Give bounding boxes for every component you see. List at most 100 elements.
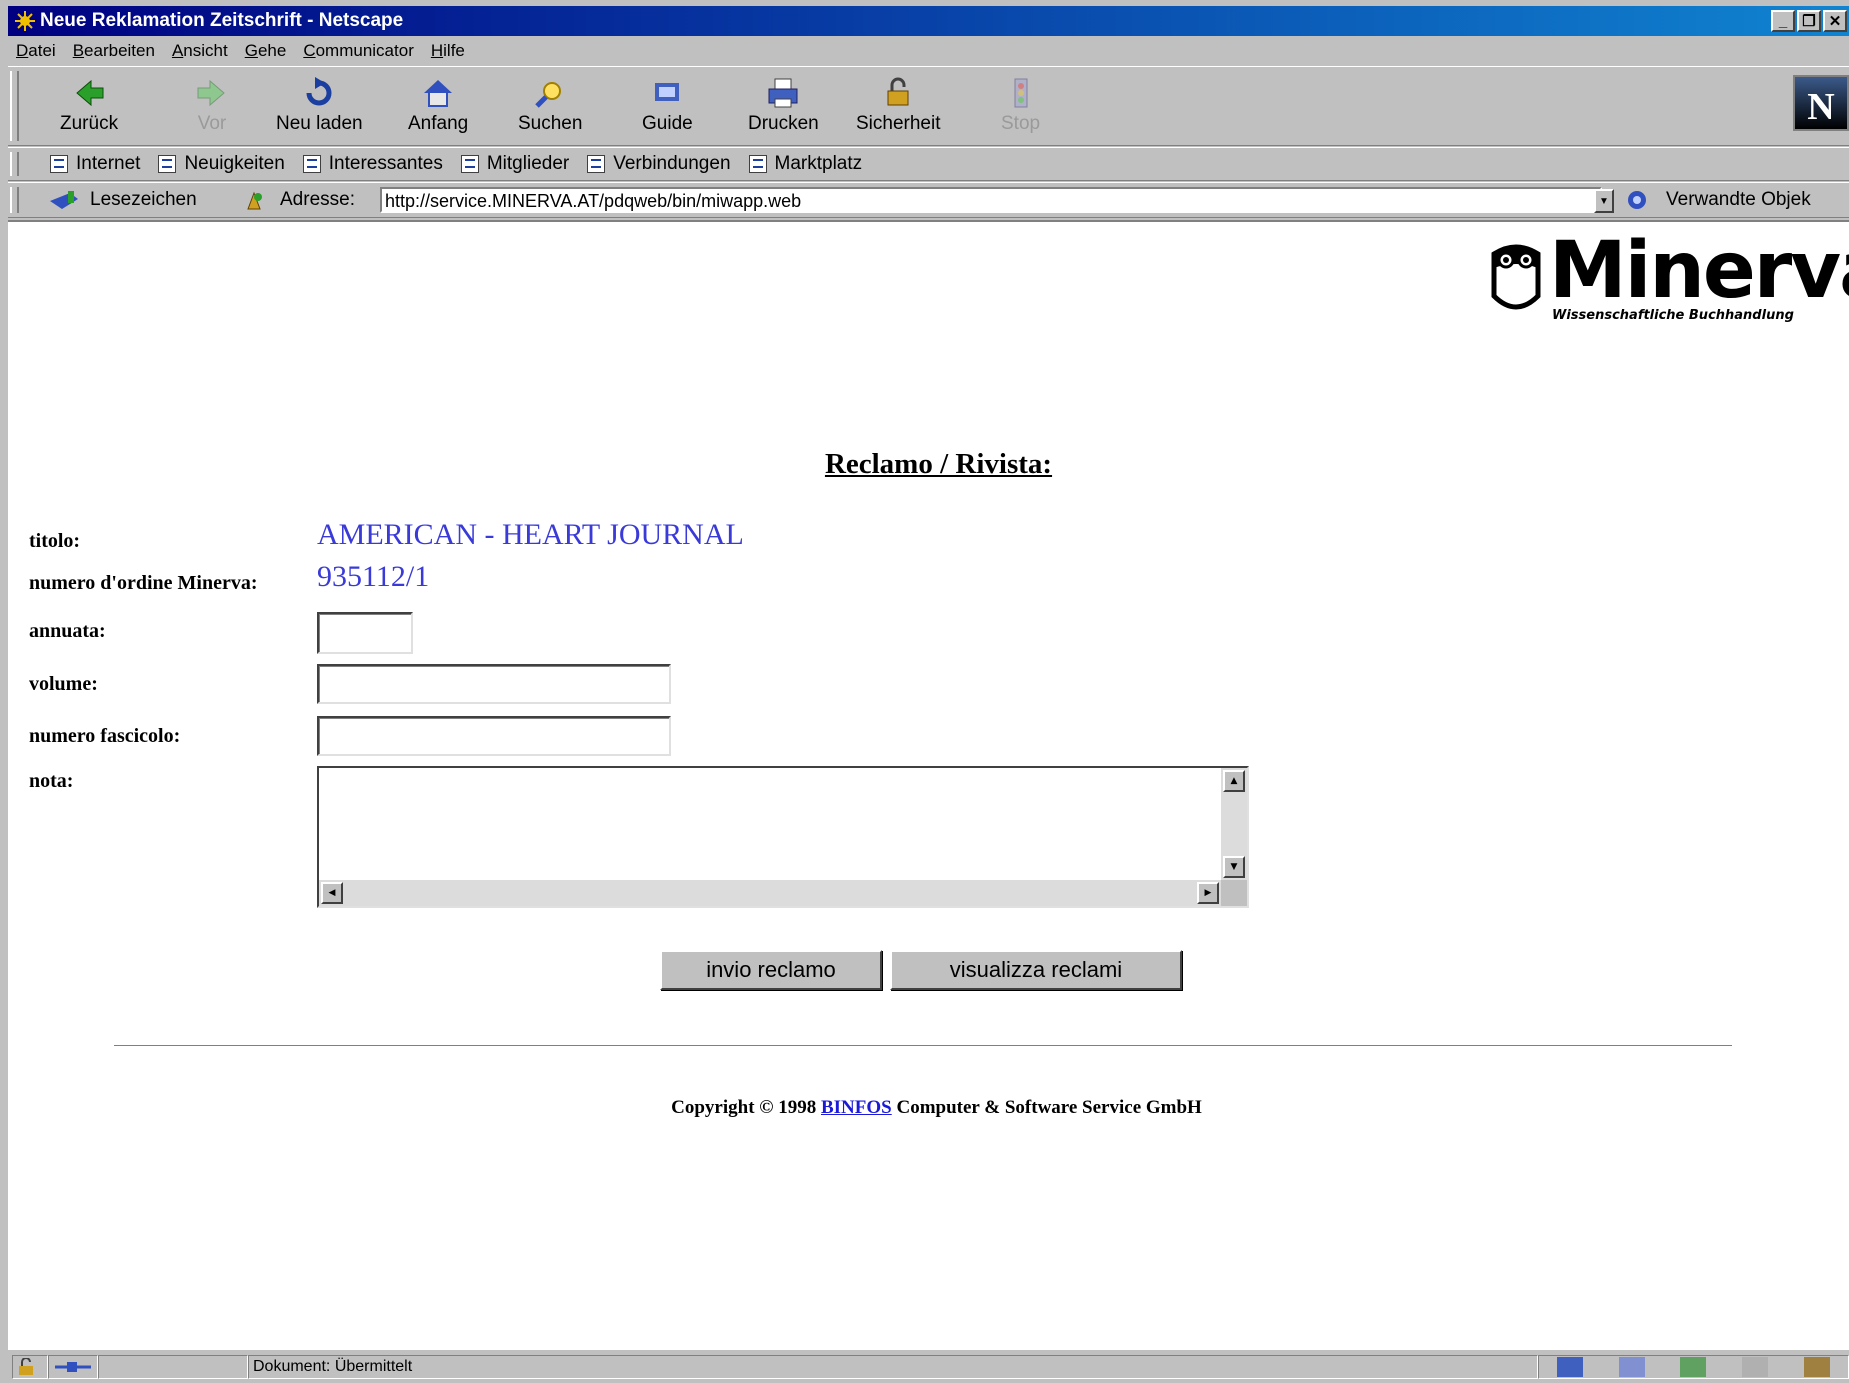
personal-item-label: Interessantes: [328, 153, 443, 174]
stop-button[interactable]: Stop: [1001, 75, 1040, 141]
nota-textarea[interactable]: ▲ ▼ ◀ ▶: [317, 766, 1249, 908]
copyright-prefix: Copyright © 1998: [671, 1097, 817, 1118]
toolbar-grip[interactable]: [10, 152, 19, 176]
personal-item-verbindungen[interactable]: Verbindungen: [587, 153, 731, 175]
address-book-icon[interactable]: [1742, 1356, 1769, 1377]
bookmarks-icon: [50, 191, 78, 209]
forward-label: Vor: [197, 113, 227, 134]
personal-item-internet[interactable]: Internet: [50, 153, 140, 175]
page-content: Minerva Wissenschaftliche Buchhandlung R…: [8, 220, 1849, 1350]
window-title: Neue Reklamation Zeitschrift - Netscape: [40, 10, 404, 31]
logo-wordmark: Minerva: [1549, 226, 1849, 316]
guide-label: Guide: [642, 113, 693, 134]
personal-item-mitglieder[interactable]: Mitglieder: [460, 153, 569, 175]
page-proxy-icon[interactable]: [244, 189, 266, 211]
address-input[interactable]: http://service.MINERVA.AT/pdqweb/bin/miw…: [380, 187, 1602, 213]
toolbar-grip[interactable]: [10, 71, 19, 141]
personal-item-marktplatz[interactable]: Marktplatz: [748, 153, 863, 175]
binfos-link[interactable]: BINFOS: [821, 1097, 892, 1118]
search-icon: [535, 82, 562, 108]
page-heading: Reclamo / Rivista:: [824, 448, 1053, 480]
menu-bearbeiten[interactable]: Bearbeiten: [73, 41, 155, 61]
search-label: Suchen: [518, 113, 583, 134]
address-dropdown-button[interactable]: ▼: [1594, 189, 1614, 213]
composer-icon[interactable]: [1804, 1356, 1831, 1377]
scroll-left-icon[interactable]: ◀: [321, 882, 343, 904]
status-bar: Dokument: Übermittelt: [8, 1350, 1849, 1383]
bookmark-page-icon: [158, 155, 177, 173]
bookmarks-button[interactable]: Lesezeichen: [48, 189, 197, 211]
print-button[interactable]: Drucken: [748, 75, 819, 141]
reload-label: Neu laden: [276, 113, 363, 134]
navigator-icon[interactable]: [1556, 1356, 1583, 1377]
bookmark-page-icon: [50, 155, 68, 173]
scroll-up-icon[interactable]: ▲: [1223, 770, 1245, 792]
reload-button[interactable]: Neu laden: [276, 75, 363, 141]
personal-toolbar: Internet Neuigkeiten Interessantes Mitgl…: [8, 147, 1849, 181]
personal-item-label: Internet: [76, 153, 141, 174]
label-fascicolo: numero fascicolo:: [29, 725, 181, 747]
connection-status-icon: [48, 1354, 98, 1379]
submit-claim-button[interactable]: invio reclamo: [660, 950, 882, 990]
volume-field[interactable]: [317, 664, 671, 704]
menu-hilfe[interactable]: Hilfe: [431, 41, 465, 61]
bookmark-page-icon: [748, 155, 767, 173]
title-bar: Neue Reklamation Zeitschrift - Netscape …: [8, 6, 1849, 36]
stop-label: Stop: [1001, 113, 1041, 134]
close-button[interactable]: ✕: [1823, 10, 1847, 32]
menu-ansicht[interactable]: Ansicht: [172, 41, 228, 61]
print-icon: [768, 78, 798, 108]
netscape-app-icon: [14, 10, 36, 32]
personal-item-label: Neuigkeiten: [184, 153, 285, 174]
home-button[interactable]: Anfang: [408, 75, 468, 141]
annuata-field[interactable]: [317, 612, 413, 654]
maximize-button[interactable]: ❐: [1797, 10, 1821, 32]
minimize-button[interactable]: _: [1771, 10, 1795, 32]
scroll-down-icon[interactable]: ▼: [1223, 856, 1245, 878]
security-lock-icon: [887, 77, 909, 106]
component-bar: [1538, 1354, 1849, 1379]
guide-button[interactable]: Guide: [642, 75, 693, 141]
nota-horizontal-scrollbar[interactable]: ◀ ▶: [319, 880, 1221, 906]
label-annuata: annuata:: [29, 620, 106, 642]
label-titolo: titolo:: [29, 530, 81, 552]
scroll-corner: [1221, 880, 1247, 906]
mail-icon[interactable]: [1618, 1356, 1645, 1377]
personal-item-neuigkeiten[interactable]: Neuigkeiten: [158, 153, 285, 175]
navigation-toolbar: Zurück Vor Neu laden Anfang Suchen Guide…: [8, 66, 1849, 146]
address-label-group: Adresse:: [244, 189, 355, 211]
print-label: Drucken: [748, 113, 819, 134]
menu-datei[interactable]: Datei: [16, 41, 56, 61]
search-button[interactable]: Suchen: [518, 75, 582, 141]
newsgroups-icon[interactable]: [1680, 1356, 1707, 1377]
related-links-icon: [1628, 191, 1646, 209]
netscape-n-logo[interactable]: N: [1793, 75, 1849, 131]
menu-gehe[interactable]: Gehe: [245, 41, 287, 61]
bookmark-page-icon: [587, 155, 606, 173]
personal-item-label: Verbindungen: [613, 153, 731, 174]
home-icon: [424, 80, 453, 107]
minerva-logo: Minerva Wissenschaftliche Buchhandlung: [1486, 226, 1849, 332]
related-links-label: Verwandte Objek: [1666, 189, 1811, 210]
status-text: Dokument: Übermittelt: [248, 1354, 1538, 1379]
personal-item-interessantes[interactable]: Interessantes: [302, 153, 443, 175]
view-claims-button[interactable]: visualizza reclami: [890, 950, 1182, 990]
nota-vertical-scrollbar[interactable]: ▲ ▼: [1221, 768, 1247, 880]
scroll-right-icon[interactable]: ▶: [1197, 882, 1219, 904]
value-titolo: AMERICAN - HEART JOURNAL: [317, 518, 744, 551]
security-status-icon[interactable]: [12, 1354, 48, 1379]
label-ordine: numero d'ordine Minerva:: [29, 572, 258, 594]
personal-item-label: Marktplatz: [774, 153, 863, 174]
stop-icon: [1014, 78, 1028, 108]
toolbar-grip[interactable]: [10, 187, 19, 213]
security-button[interactable]: Sicherheit: [856, 75, 941, 141]
forward-button[interactable]: Vor: [194, 75, 230, 141]
menu-communicator[interactable]: Communicator: [303, 41, 414, 61]
label-nota: nota:: [29, 770, 74, 792]
back-label: Zurück: [60, 113, 119, 134]
label-volume: volume:: [29, 673, 98, 695]
related-links-button[interactable]: Verwandte Objek: [1626, 189, 1811, 211]
fascicolo-field[interactable]: [317, 716, 671, 756]
back-button[interactable]: Zurück: [60, 75, 118, 141]
logo-tagline: Wissenschaftliche Buchhandlung: [1552, 308, 1794, 323]
